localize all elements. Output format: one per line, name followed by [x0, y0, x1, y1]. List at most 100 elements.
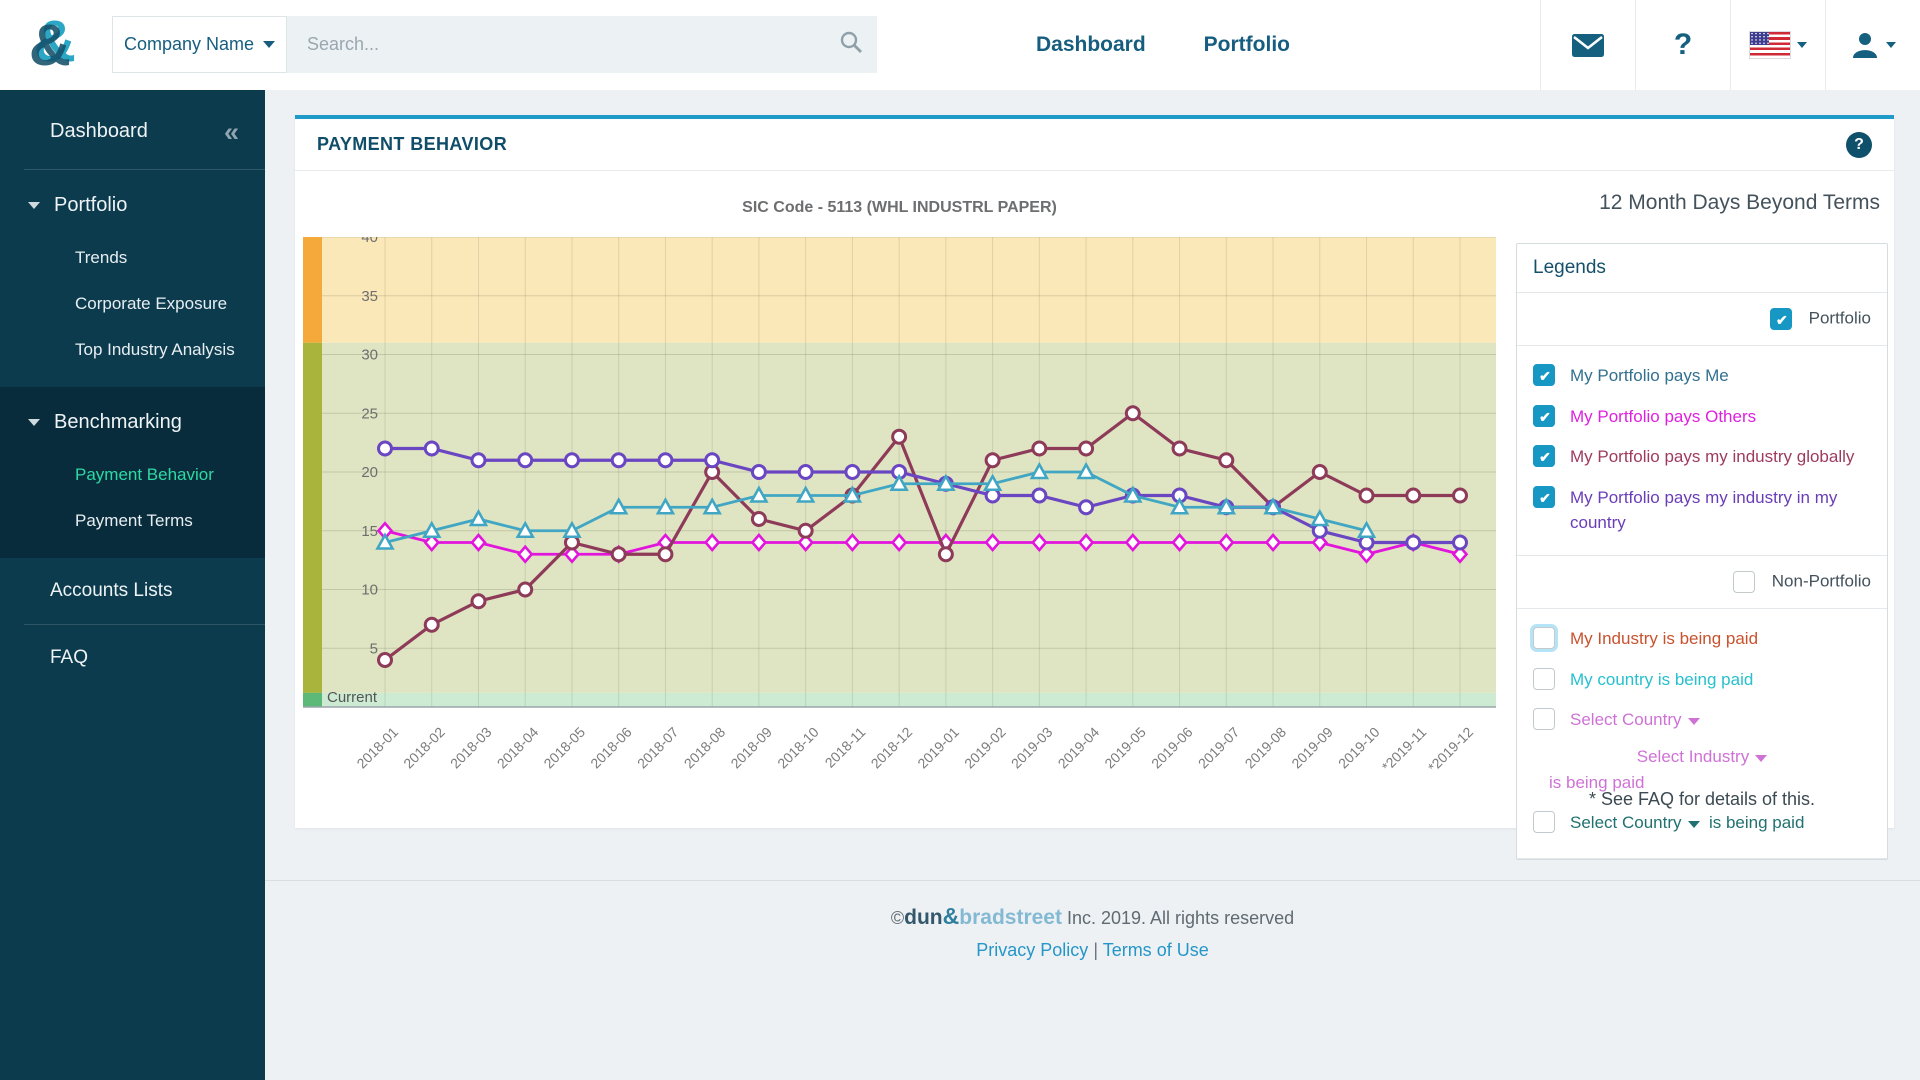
- line-chart-svg: 5101520253035402018-012018-022018-032018…: [303, 237, 1496, 802]
- select-country-checkbox[interactable]: [1533, 708, 1555, 730]
- sidebar-section-benchmarking: Benchmarking Payment Behavior Payment Te…: [0, 387, 265, 558]
- sidebar-item-trends[interactable]: Trends: [0, 235, 265, 281]
- svg-text:2018-09: 2018-09: [727, 724, 775, 772]
- legends-title: Legends: [1517, 244, 1887, 293]
- panel-header: PAYMENT BEHAVIOR ?: [295, 119, 1894, 171]
- svg-text:2018-07: 2018-07: [634, 724, 682, 772]
- my-country-paid-checkbox[interactable]: [1533, 668, 1555, 690]
- industry-country-checkbox[interactable]: [1533, 486, 1555, 508]
- legend-label: My Portfolio pays Me: [1570, 364, 1729, 389]
- sidebar-benchmarking-label: Benchmarking: [54, 411, 182, 434]
- svg-text:10: 10: [361, 582, 378, 599]
- sidebar-item-payment-terms[interactable]: Payment Terms: [0, 498, 265, 544]
- dnb-ampersand-icon: &: [29, 12, 71, 79]
- non-portfolio-checkbox[interactable]: [1733, 571, 1755, 593]
- svg-text:2018-08: 2018-08: [681, 724, 729, 772]
- messages-button[interactable]: [1540, 0, 1635, 90]
- svg-text:2019-06: 2019-06: [1148, 724, 1196, 772]
- user-menu-dropdown[interactable]: [1825, 0, 1920, 90]
- legend-item-my-industry-paid: My Industry is being paid: [1533, 619, 1871, 660]
- svg-text:2019-09: 2019-09: [1288, 724, 1336, 772]
- portfolio-toggle-label: Portfolio: [1809, 308, 1871, 327]
- svg-text:25: 25: [361, 405, 378, 422]
- svg-text:40: 40: [361, 237, 378, 246]
- svg-text:2019-01: 2019-01: [914, 724, 962, 772]
- select-country2-dropdown[interactable]: Select Country is being paid: [1570, 811, 1804, 836]
- legends-panel: Legends Portfolio My Portfolio pays Me M…: [1516, 243, 1888, 860]
- nav-dashboard-link[interactable]: Dashboard: [1036, 33, 1146, 57]
- svg-text:2018-10: 2018-10: [774, 724, 822, 772]
- svg-text:*2019-11: *2019-11: [1379, 724, 1430, 775]
- svg-text:2018-03: 2018-03: [447, 724, 495, 772]
- footer-links-divider: |: [1093, 940, 1098, 960]
- svg-text:15: 15: [361, 523, 378, 540]
- legend-label: My Portfolio pays my industry in my coun…: [1570, 486, 1871, 535]
- svg-text:2019-02: 2019-02: [961, 724, 1009, 772]
- sidebar-item-accounts-lists[interactable]: Accounts Lists: [0, 558, 265, 624]
- sidebar-portfolio-label: Portfolio: [54, 194, 127, 217]
- dnb-logo[interactable]: & &: [26, 6, 86, 84]
- industry-globally-checkbox[interactable]: [1533, 445, 1555, 467]
- sidebar-item-top-industry-analysis[interactable]: Top Industry Analysis: [0, 327, 265, 373]
- copyright-line: ©dun&bradstreet Inc. 2019. All rights re…: [265, 903, 1920, 930]
- chart-title: SIC Code - 5113 (WHL INDUSTRL PAPER): [303, 199, 1496, 217]
- panel-title: PAYMENT BEHAVIOR: [317, 134, 507, 155]
- svg-text:2019-03: 2019-03: [1008, 724, 1056, 772]
- legend-label: My Portfolio pays my industry globally: [1570, 445, 1854, 470]
- payment-behavior-chart[interactable]: 5101520253035402018-012018-022018-032018…: [303, 237, 1496, 802]
- pays-others-checkbox[interactable]: [1533, 405, 1555, 427]
- search-input[interactable]: [287, 34, 825, 55]
- svg-text:20: 20: [361, 464, 378, 481]
- top-bar: & & Company Name Dashboard Portfolio: [0, 0, 1920, 90]
- brand-dun: dun: [904, 906, 942, 929]
- select-country2-checkbox[interactable]: [1533, 811, 1555, 833]
- flag-us-icon: [1750, 32, 1790, 58]
- portfolio-checkbox[interactable]: [1770, 308, 1792, 330]
- company-name-dropdown[interactable]: Company Name: [112, 16, 287, 73]
- chevron-down-icon: [1755, 755, 1767, 762]
- help-icon: ?: [1674, 28, 1692, 62]
- copyright-symbol: ©: [891, 908, 904, 928]
- company-name-dropdown-label: Company Name: [124, 34, 254, 55]
- svg-text:2019-08: 2019-08: [1242, 724, 1290, 772]
- sidebar-item-dashboard[interactable]: Dashboard «: [0, 90, 265, 169]
- terms-of-use-link[interactable]: Terms of Use: [1103, 940, 1209, 960]
- portfolio-toggle-row: Portfolio: [1517, 293, 1887, 346]
- search-button[interactable]: [825, 30, 877, 59]
- svg-text:2018-05: 2018-05: [540, 724, 588, 772]
- svg-text:Current: Current: [327, 689, 378, 706]
- svg-text:2019-05: 2019-05: [1101, 724, 1149, 772]
- brand-bradstreet: bradstreet: [959, 906, 1062, 929]
- pays-me-checkbox[interactable]: [1533, 364, 1555, 386]
- copyright-rest: Inc. 2019. All rights reserved: [1067, 908, 1294, 928]
- select-country-dropdown[interactable]: Select Country: [1570, 708, 1700, 733]
- panel-help-button[interactable]: ?: [1846, 132, 1872, 158]
- chevron-down-icon: [263, 41, 275, 48]
- svg-text:2018-01: 2018-01: [353, 724, 401, 772]
- help-button[interactable]: ?: [1635, 0, 1730, 90]
- sidebar: Dashboard « Portfolio Trends Corporate E…: [0, 90, 265, 1080]
- sidebar-collapse-icon[interactable]: «: [224, 122, 239, 142]
- select-industry-dropdown[interactable]: Select Industry: [1637, 747, 1767, 766]
- svg-text:35: 35: [361, 288, 378, 305]
- language-dropdown[interactable]: [1730, 0, 1825, 90]
- privacy-policy-link[interactable]: Privacy Policy: [976, 940, 1088, 960]
- nav-portfolio-link[interactable]: Portfolio: [1204, 33, 1290, 57]
- my-industry-paid-checkbox[interactable]: [1533, 627, 1555, 649]
- search-icon: [839, 30, 863, 54]
- portfolio-legend-group: My Portfolio pays Me My Portfolio pays O…: [1517, 346, 1887, 556]
- sidebar-group-portfolio[interactable]: Portfolio: [0, 170, 265, 235]
- svg-text:2019-07: 2019-07: [1195, 724, 1243, 772]
- legend-label: My country is being paid: [1570, 668, 1753, 693]
- legend-label: My Portfolio pays Others: [1570, 405, 1756, 430]
- sidebar-item-faq[interactable]: FAQ: [0, 625, 265, 691]
- chevron-down-icon: [1688, 821, 1700, 828]
- sidebar-item-payment-behavior[interactable]: Payment Behavior: [0, 452, 265, 498]
- sidebar-group-benchmarking[interactable]: Benchmarking: [0, 387, 265, 452]
- chevron-down-icon: [1688, 718, 1700, 725]
- svg-text:5: 5: [370, 640, 378, 657]
- faq-footnote: * See FAQ for details of this.: [1516, 789, 1888, 810]
- user-icon: [1851, 31, 1879, 59]
- sidebar-item-corporate-exposure[interactable]: Corporate Exposure: [0, 281, 265, 327]
- legend-item-pays-others: My Portfolio pays Others: [1533, 397, 1871, 438]
